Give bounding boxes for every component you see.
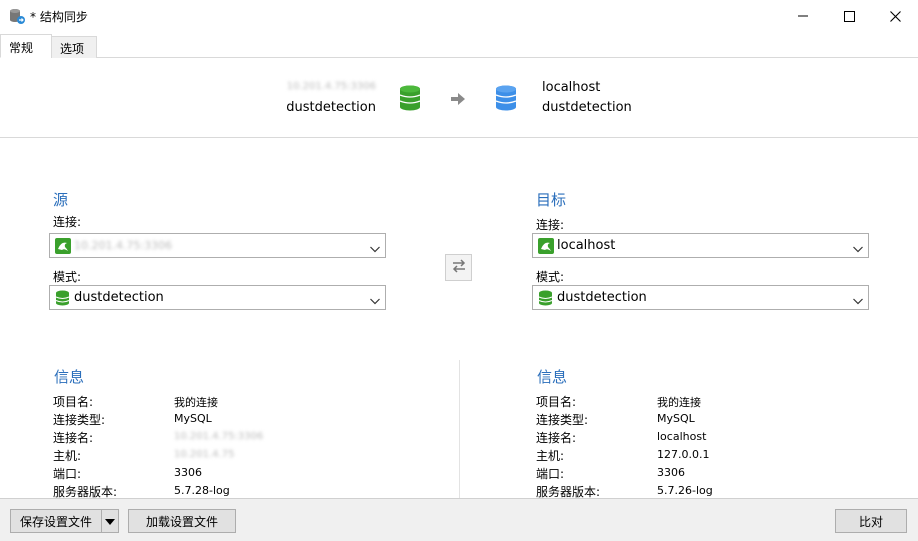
source-info-value: 10.201.4.75:3306 (174, 431, 264, 442)
target-schema-value: dustdetection (557, 290, 647, 305)
info-divider (459, 360, 460, 498)
swap-button[interactable] (445, 254, 472, 281)
source-info-value: MySQL (174, 412, 212, 425)
source-schema-select[interactable]: dustdetection (49, 285, 386, 310)
close-button[interactable] (872, 0, 918, 32)
target-schema-label: 模式: (536, 270, 565, 284)
target-info-key: 连接名: (536, 431, 577, 445)
summary-target-host: localhost (542, 80, 601, 95)
source-info-key: 连接名: (53, 431, 94, 445)
source-schema-label: 模式: (53, 270, 82, 284)
target-info-value: 3306 (657, 466, 685, 479)
summary-source-db: dustdetection (286, 100, 376, 115)
target-database-icon (495, 85, 517, 114)
source-info-value: 3306 (174, 466, 202, 479)
source-info-value: 5.7.28-log (174, 484, 230, 497)
source-connection-label: 连接: (53, 215, 82, 229)
minimize-button[interactable] (780, 0, 826, 32)
source-info-heading: 信息 (54, 368, 85, 386)
structure-sync-icon (8, 7, 26, 25)
target-info-value: 5.7.26-log (657, 484, 713, 497)
mysql-connection-icon (538, 238, 554, 257)
target-connection-select[interactable]: localhost (532, 233, 869, 258)
chevron-down-icon (370, 242, 380, 256)
target-info-key: 项目名: (536, 395, 577, 409)
target-info-key: 连接类型: (536, 413, 589, 427)
target-info-value: 127.0.0.1 (657, 448, 710, 461)
source-connection-select[interactable]: 10.201.4.75:3306 (49, 233, 386, 258)
compare-button[interactable]: 比对 (835, 509, 907, 533)
target-connection-label: 连接: (536, 218, 565, 232)
tab-general[interactable]: 常规 (0, 34, 52, 58)
arrow-right-icon (451, 93, 465, 108)
source-info-key: 主机: (53, 449, 82, 463)
mysql-connection-icon (55, 238, 71, 257)
source-info-key: 连接类型: (53, 413, 106, 427)
chevron-down-icon (370, 294, 380, 308)
caret-down-icon (105, 514, 115, 528)
target-info-key: 主机: (536, 449, 565, 463)
database-icon (538, 290, 553, 309)
target-info-key: 端口: (536, 467, 565, 481)
window-title: * 结构同步 (30, 10, 88, 24)
source-database-icon (399, 85, 421, 114)
target-heading: 目标 (536, 191, 567, 209)
save-profile-dropdown-button[interactable] (101, 509, 119, 533)
target-info-value: localhost (657, 430, 707, 443)
load-profile-button[interactable]: 加载设置文件 (128, 509, 236, 533)
swap-arrows-icon (451, 259, 467, 276)
source-connection-value: 10.201.4.75:3306 (74, 239, 173, 252)
source-info-key: 项目名: (53, 395, 94, 409)
save-profile-button[interactable]: 保存设置文件 (10, 509, 102, 533)
summary-source-host: 10.201.4.75:3306 (286, 81, 376, 92)
summary-target-db: dustdetection (542, 100, 632, 115)
target-info-heading: 信息 (537, 368, 568, 386)
source-heading: 源 (53, 191, 69, 209)
target-schema-select[interactable]: dustdetection (532, 285, 869, 310)
target-info-value: MySQL (657, 412, 695, 425)
target-connection-value: localhost (557, 238, 616, 253)
target-info-value: 我的连接 (657, 396, 701, 409)
source-schema-value: dustdetection (74, 290, 164, 305)
chevron-down-icon (853, 294, 863, 308)
tab-bar: 常规 选项 (0, 34, 918, 58)
source-info-value: 10.201.4.75 (174, 449, 235, 460)
database-icon (55, 290, 70, 309)
chevron-down-icon (853, 242, 863, 256)
source-info-key: 端口: (53, 467, 82, 481)
title-bar: * 结构同步 (0, 0, 918, 32)
maximize-button[interactable] (826, 0, 872, 32)
source-info-value: 我的连接 (174, 396, 218, 409)
tab-options[interactable]: 选项 (51, 36, 97, 58)
sync-summary: 10.201.4.75:3306 dustdetection localhost… (0, 58, 918, 138)
